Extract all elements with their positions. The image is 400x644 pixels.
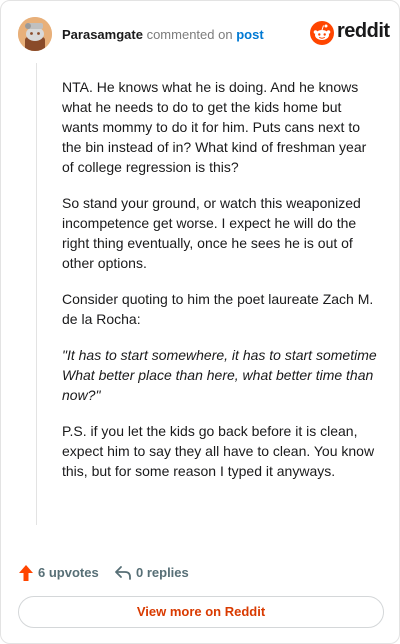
comment-meta: Parasamgate commented on post — [62, 27, 264, 42]
reply-count: 0 replies — [136, 565, 189, 580]
upvote-count: 6 upvotes — [38, 565, 99, 580]
comment-paragraph: So stand your ground, or watch this weap… — [62, 195, 361, 271]
comment-actions: 6 upvotes 0 replies — [18, 563, 378, 583]
embedded-comment-card: Parasamgate commented on post reddit NTA… — [0, 0, 400, 644]
view-more-button[interactable]: View more on Reddit — [18, 596, 384, 628]
snoo-avatar-icon[interactable] — [18, 17, 52, 51]
author-name[interactable]: Parasamgate — [62, 27, 143, 42]
quote-line: What better place than here, what better… — [62, 367, 374, 403]
comment-paragraph: NTA. He knows what he is doing. And he k… — [62, 79, 367, 175]
reddit-wordmark: reddit — [337, 20, 390, 42]
reddit-logo[interactable]: reddit — [310, 19, 390, 47]
reddit-snoo-icon — [310, 21, 334, 45]
comment-body: NTA. He knows what he is doing. And he k… — [62, 77, 378, 497]
comment-header: Parasamgate commented on post reddit — [18, 17, 390, 51]
comment-paragraph: Consider quoting to him the poet laureat… — [62, 291, 374, 327]
action-text: commented on — [146, 27, 233, 42]
comment-quote: "It has to start somewhere, it has to st… — [62, 345, 378, 405]
quote-line: "It has to start somewhere, it has to st… — [62, 347, 377, 363]
upvote-arrow-icon — [19, 565, 33, 581]
reply-arrow-icon — [115, 566, 131, 580]
post-link[interactable]: post — [236, 27, 263, 42]
thread-line[interactable] — [36, 63, 37, 525]
comment-paragraph: P.S. if you let the kids go back before … — [62, 423, 375, 479]
